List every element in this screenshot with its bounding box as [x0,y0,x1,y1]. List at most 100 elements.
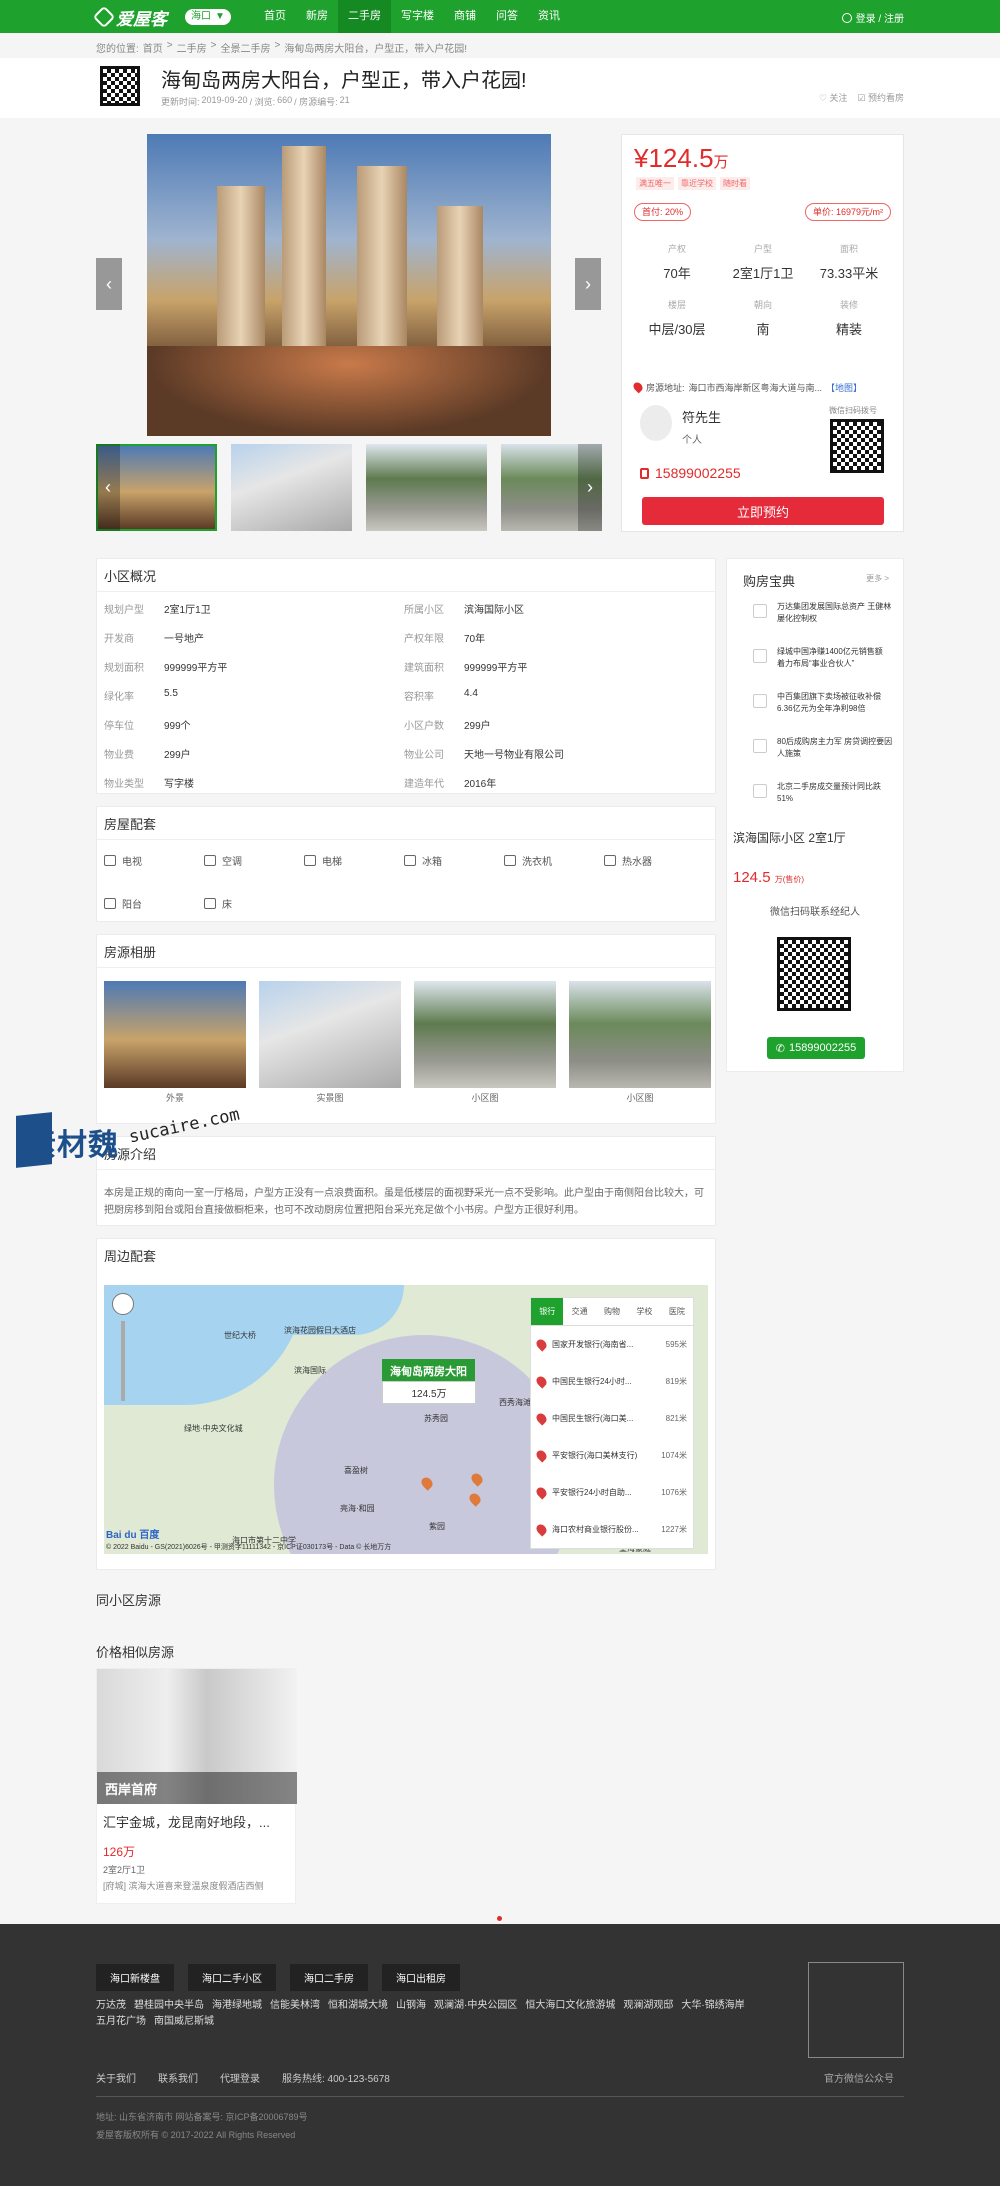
poi-item[interactable]: 海口农村商业银行股份... 1227米 [531,1511,693,1548]
map-label: 西秀海滩 [499,1398,531,1407]
album-photo[interactable] [104,981,246,1088]
similar-listing-card[interactable]: 西岸首府 汇宇金城，龙昆南好地段，... 126万 2室2厅1卫 [府城] 滨海… [96,1668,297,1904]
album-item[interactable]: 实景图 [259,981,401,1104]
footer-community-link[interactable]: 南国威尼斯城 [154,2014,214,2030]
nav-item[interactable]: 问答 [486,0,528,33]
poi-panel: 银行 交通 购物 学校 医院 国家开发银行(海南省... 595米 中国民生银行24小时..… [530,1297,694,1549]
thumbs-prev-button[interactable]: ‹ [96,444,120,531]
reserve-viewing-button[interactable]: ☑ 预约看房 [857,91,904,104]
footer-community-link[interactable]: 大华·锦绣海岸 [681,1998,744,2014]
breadcrumb-item[interactable]: 全景二手房 [220,40,270,55]
footer-community-link[interactable]: 观澜湖·中央公园区 [434,1998,517,2014]
nav-item[interactable]: 二手房 [338,0,391,33]
news-item[interactable]: 万达集团发展国际总资产 王健林屡化控制权 [753,601,893,625]
site-logo[interactable]: 爱屋客 [92,5,167,29]
nav-item[interactable]: 商铺 [444,0,486,33]
poi-tabs: 银行 交通 购物 学校 医院 [531,1298,693,1326]
thumbnail[interactable] [366,444,487,531]
sidebar-more-link[interactable]: 更多 > [866,573,889,584]
facilities-panel: 房屋配套 电视 空调 电梯 冰箱 洗衣机 热水器 阳台 床 [96,806,716,922]
map-pan-icon[interactable] [112,1293,134,1315]
nav-item[interactable]: 写字楼 [391,0,444,33]
fridge-icon [404,855,416,866]
facilities-title: 房屋配套 [104,817,157,832]
poi-tab[interactable]: 学校 [628,1298,660,1325]
poi-item[interactable]: 平安银行(海口美林支行) 1074米 [531,1437,693,1474]
pagination-dot[interactable] [497,1916,502,1921]
spec-label: 面积 [839,244,858,254]
map-zoom-slider[interactable] [121,1321,125,1401]
footer-city-button[interactable]: 海口新楼盘 [96,1964,174,1991]
footer-community-link[interactable]: 观澜湖观邸 [623,1998,673,2014]
similar-listing-title[interactable]: 汇宇金城，龙昆南好地段，... [103,1812,270,1831]
nav-item[interactable]: 首页 [254,0,296,33]
sidebar-price-unit: 万(售价) [774,875,805,884]
footer-nav-link[interactable]: 关于我们 [96,2070,136,2085]
poi-tab[interactable]: 购物 [596,1298,628,1325]
spec-item: 装修 精装 [806,298,892,338]
footer-community-link[interactable]: 碧桂园中央半岛 [134,1998,204,2014]
news-item[interactable]: 中百集团旗下卖场被征收补偿6.36亿元为全年净利98倍 [753,691,893,715]
overview-value: 写字楼 [164,779,194,790]
album-photo[interactable] [259,981,401,1088]
poi-item[interactable]: 中国民生银行(海口美... 821米 [531,1400,693,1437]
footer-community-link[interactable]: 信能美林湾 [270,1998,320,2014]
breadcrumb-item[interactable]: 海甸岛两房大阳台，户型正，带入户花园! [284,40,467,55]
footer-community-link[interactable]: 恒大海口文化旅游城 [525,1998,615,2014]
poi-item[interactable]: 国家开发银行(海南省... 595米 [531,1326,693,1363]
footer-nav-link[interactable]: 代理登录 [220,2070,260,2085]
news-item[interactable]: 北京二手房成交量预计同比跌51% [753,781,893,805]
footer-city-button[interactable]: 海口二手小区 [188,1964,276,1991]
agent-qr-label: 微信扫码拨号 [829,406,877,415]
feature-tag: 靠近学校 [678,177,716,190]
overview-label: 开发商 [104,634,134,645]
album-photo[interactable] [569,981,711,1088]
sidebar-phone-button[interactable]: ✆ 15899002255 [767,1037,865,1059]
photo-next-button[interactable]: › [575,258,601,310]
footer-community-link[interactable]: 海港绿地城 [212,1998,262,2014]
facility-item: 电梯 [304,853,404,868]
poi-tab[interactable]: 交通 [563,1298,595,1325]
page-title: 海甸岛两房大阳台，户型正，带入户花园! [161,70,527,92]
news-item[interactable]: 80后成购房主力军 房贷调控要因人施策 [753,736,893,760]
follow-button[interactable]: ♡ 关注 [819,91,848,104]
breadcrumb-item[interactable]: 首页 [143,40,163,55]
chevron-left-icon: ‹ [105,477,111,497]
similar-listing-community: 西岸首府 [105,1782,158,1797]
poi-tab[interactable]: 医院 [661,1298,693,1325]
poi-item[interactable]: 中国民生银行24小时... 819米 [531,1363,693,1400]
thumbnail[interactable] [231,444,352,531]
album-item[interactable]: 外景 [104,981,246,1104]
news-item[interactable]: 绿城中国净赚1400亿元销售额 着力布局“事业合伙人” [753,646,893,670]
album-photo[interactable] [414,981,556,1088]
footer-community-link[interactable]: 万达茂 [96,1998,126,2014]
agent-phone[interactable]: 15899002255 [640,465,741,481]
footer-community-link[interactable]: 山钢海 [396,1998,426,2014]
book-now-button[interactable]: 立即预约 [642,497,884,525]
listing-map-marker[interactable]: 海甸岛两房大阳 [382,1359,475,1383]
breadcrumb-separator: > [274,40,281,51]
thumbs-next-button[interactable]: › [578,444,602,531]
city-select[interactable]: 海口 ▼ [185,9,231,25]
footer-community-link[interactable]: 恒和湖城大境 [328,1998,388,2014]
footer-city-button[interactable]: 海口二手房 [290,1964,368,1991]
map-zoom-control[interactable] [112,1293,134,1417]
article-icon [753,739,767,753]
nav-item[interactable]: 新房 [296,0,338,33]
poi-tab[interactable]: 银行 [531,1298,564,1325]
poi-item[interactable]: 平安银行24小时自助... 1076米 [531,1474,693,1511]
album-item[interactable]: 小区图 [569,981,711,1104]
footer-city-button[interactable]: 海口出租房 [382,1964,460,1991]
footer-nav-link[interactable]: 联系我们 [158,2070,198,2085]
footer-community-link[interactable]: 五月花广场 [96,2014,146,2030]
poi-distance: 595米 [665,1340,687,1349]
map-link[interactable]: 【地图】 [826,381,862,394]
photo-prev-button[interactable]: ‹ [96,258,122,310]
surroundings-map[interactable]: 世纪大桥 滨海花园假日大酒店 滨海国际 苏秀园 西秀海滩 绿地·中央文化城 喜盈… [104,1285,708,1554]
album-item[interactable]: 小区图 [414,981,556,1104]
breadcrumb-item[interactable]: 二手房 [177,40,207,55]
nav-item[interactable]: 资讯 [528,0,570,33]
footer-nav-link[interactable]: 服务热线: 400-123-5678 [282,2070,390,2085]
poi-marker-icon [534,1448,549,1463]
login-link[interactable]: 登录 / 注册 [841,10,904,25]
